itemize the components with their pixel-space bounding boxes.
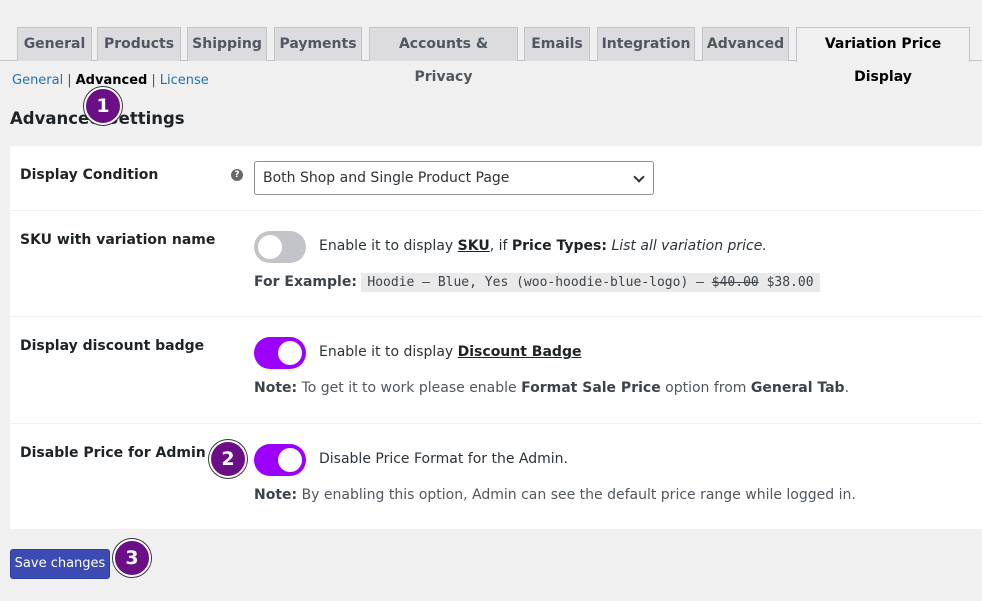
toggle-knob <box>278 448 302 472</box>
note-bold: Format Sale Price <box>521 380 661 396</box>
annotation-marker-1: 1 <box>84 87 122 125</box>
tab-variation-price-display[interactable]: Variation Price Display <box>796 27 970 85</box>
subnav-advanced[interactable]: Advanced <box>76 73 148 88</box>
toggle-knob <box>258 235 282 259</box>
note-label: Note: <box>254 487 298 503</box>
sku-variation-description: Enable it to display SKU, if Price Types… <box>319 238 767 254</box>
discount-badge-link[interactable]: Discount Badge <box>458 344 582 360</box>
save-button[interactable]: Save changes <box>10 549 110 579</box>
desc-text: Enable it to display <box>319 344 458 360</box>
subnav-separator: | <box>151 73 156 88</box>
row-sku-variation: SKU with variation name Enable it to dis… <box>10 211 982 317</box>
note-label: Note: <box>254 380 298 396</box>
note-text: . <box>844 380 850 396</box>
subnav-separator: | <box>67 73 72 88</box>
subnav-general[interactable]: General <box>12 73 63 88</box>
settings-tabs: General Products Shipping Payments Accou… <box>0 0 982 85</box>
discount-badge-label: Display discount badge <box>20 338 205 354</box>
subnav: General | Advanced | License <box>12 73 209 88</box>
display-condition-label: Display Condition <box>20 167 159 183</box>
toggle-knob <box>278 341 302 365</box>
disable-admin-price-toggle[interactable] <box>254 444 306 476</box>
tab-advanced[interactable]: Advanced <box>702 27 789 61</box>
note-text: By enabling this option, Admin can see t… <box>297 487 856 503</box>
example-label: For Example: <box>254 274 357 290</box>
disable-admin-price-description: Disable Price Format for the Admin. <box>319 451 568 467</box>
example-new-price: $38.00 <box>766 275 814 290</box>
tab-products[interactable]: Products <box>97 27 181 61</box>
price-types-label: Price Types: <box>511 238 607 254</box>
tab-shipping[interactable]: Shipping <box>187 27 267 61</box>
sku-link[interactable]: SKU <box>458 238 490 254</box>
annotation-marker-2: 2 <box>209 440 247 478</box>
note-text: To get it to work please enable <box>297 380 522 396</box>
example-code: Hoodie – Blue, Yes (woo-hoodie-blue-logo… <box>361 273 820 292</box>
disable-admin-price-note: Note: By enabling this option, Admin can… <box>254 487 856 503</box>
row-display-condition: Display Condition ? Both Shop and Single… <box>10 146 982 211</box>
display-condition-select[interactable]: Both Shop and Single Product Page <box>254 161 654 195</box>
sku-variation-label: SKU with variation name <box>20 232 216 248</box>
price-types-value: List all variation price. <box>611 238 767 254</box>
sku-example: For Example: Hoodie – Blue, Yes (woo-hoo… <box>254 273 820 292</box>
row-discount-badge: Display discount badge Enable it to disp… <box>10 317 982 424</box>
note-bold: General Tab <box>750 380 845 396</box>
row-disable-admin-price: Disable Price for Admin Disable Price Fo… <box>10 424 982 529</box>
tab-general[interactable]: General <box>17 27 92 61</box>
tab-emails[interactable]: Emails <box>524 27 590 61</box>
display-condition-value: Both Shop and Single Product Page <box>263 170 510 186</box>
help-icon[interactable]: ? <box>231 169 243 181</box>
note-text: option from <box>660 380 751 396</box>
discount-badge-toggle[interactable] <box>254 337 306 369</box>
tab-payments[interactable]: Payments <box>274 27 362 61</box>
settings-form: Display Condition ? Both Shop and Single… <box>10 146 982 529</box>
disable-admin-price-label: Disable Price for Admin <box>20 445 206 461</box>
tab-integration[interactable]: Integration <box>597 27 695 61</box>
desc-text: Enable it to display <box>319 238 458 254</box>
desc-text: , if <box>489 238 512 254</box>
chevron-down-icon <box>633 171 645 183</box>
tab-accounts-privacy[interactable]: Accounts & Privacy <box>369 27 518 85</box>
discount-badge-note: Note: To get it to work please enable Fo… <box>254 380 849 396</box>
annotation-marker-3: 3 <box>113 539 151 577</box>
subnav-license[interactable]: License <box>160 73 209 88</box>
discount-badge-description: Enable it to display Discount Badge <box>319 344 581 360</box>
example-old-price: $40.00 <box>711 275 759 290</box>
sku-variation-toggle[interactable] <box>254 231 306 263</box>
example-code-text: Hoodie – Blue, Yes (woo-hoodie-blue-logo… <box>367 275 712 290</box>
